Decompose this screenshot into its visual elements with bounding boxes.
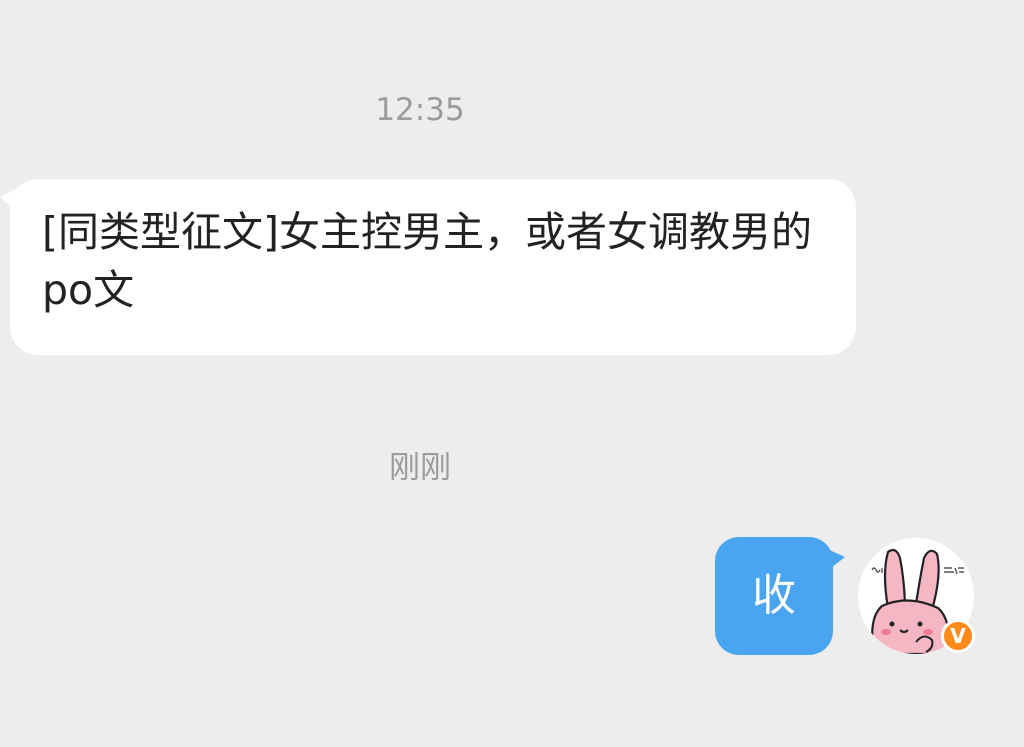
incoming-message-text: [同类型征文]女主控男主，或者女调教男的po文	[42, 208, 812, 314]
verified-badge-icon: V	[941, 619, 975, 653]
outgoing-message-text: 收	[752, 570, 796, 621]
message-timestamp: 12:35	[375, 92, 465, 128]
incoming-message-bubble[interactable]: [同类型征文]女主控男主，或者女调教男的po文	[0, 179, 856, 355]
bubble-tail	[827, 549, 845, 571]
message-timestamp: 刚刚	[389, 450, 451, 486]
bubble-tail	[0, 187, 20, 215]
outgoing-message-bubble[interactable]: 收	[715, 537, 845, 655]
